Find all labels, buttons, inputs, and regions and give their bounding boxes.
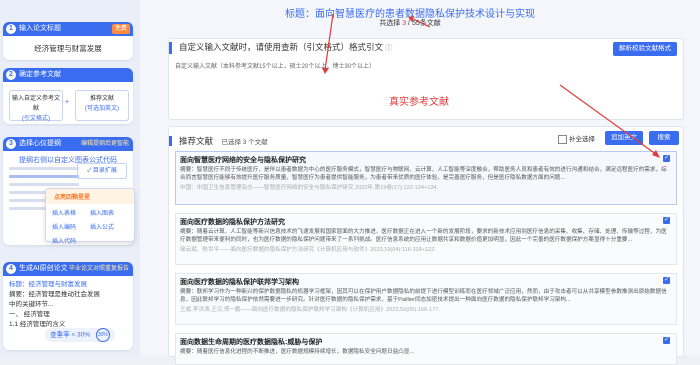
custom-ref-card: 自定义输入文献时，请使用查新（引文格式）格式引文 ⓘ 解析校验文献格式 自定义输… xyxy=(168,38,684,120)
recommended-ref-option[interactable]: 推荐文献 (可选加英文) xyxy=(75,90,129,121)
recommended-ref-option-label: 推荐文献 xyxy=(89,96,114,102)
step-2-title: 确定参考文献 xyxy=(19,71,61,78)
step-2-number: 2 xyxy=(6,70,16,80)
reference-item[interactable]: 面向医疗数据的隐私保护联邦学习架构 摘要：联邦学习作为一种新兴的保护数据隐私的机… xyxy=(175,273,677,325)
insert-code-block-item[interactable]: 插入编码 xyxy=(52,222,90,231)
step-1-header: 1 输入论文标题 免费 xyxy=(3,22,133,36)
plagiarism-rate-badge: 查重率 < 30% 30% xyxy=(45,328,115,342)
reference-title: 面向智慧医疗网络的安全与隐私保护研究 xyxy=(180,157,306,164)
preview-line: 摘要：经济管理是推动社会发展 xyxy=(9,291,100,298)
edit-outline-link[interactable]: 编辑提纲后更智能 xyxy=(81,137,129,151)
insert-menu-popup: 点亮四颗星星 插入表格 插入图表 插入编码 插入公式 插入代码 xyxy=(45,188,135,245)
step-3-header: 3 选择心仪提纲 编辑提纲后更智能 xyxy=(3,137,133,151)
checkbox-checked-icon[interactable]: ✓ xyxy=(663,277,670,284)
real-reference-annotation: 真实参考文献 xyxy=(389,97,449,108)
plus-icon: + xyxy=(65,99,70,106)
reference-title: 面向医疗数据的隐私保护方法研究 xyxy=(180,219,285,226)
step-2-header: 2 确定参考文献 xyxy=(3,68,133,82)
preview-line: 一、 经济管理 xyxy=(9,311,50,318)
step-4-number: 4 xyxy=(6,264,16,274)
step-4-header: 4 生成AI原创论文 毕业论文对照重复报告 xyxy=(3,262,133,276)
search-button[interactable]: 搜索 xyxy=(649,131,679,145)
step-1-number: 1 xyxy=(6,24,16,34)
insert-formula-item[interactable]: 插入公式 xyxy=(90,222,128,231)
reference-meta: 徐云斌、陈世平——面向医疗数据的隐私保护方法研究《计算机应用与软件》2023,1… xyxy=(180,247,436,253)
reference-title: 面向数据生命周期的医疗数据隐私:威胁与保护 xyxy=(180,339,323,346)
parse-format-button[interactable]: 解析校验文献格式 xyxy=(613,42,677,56)
plagiarism-report-link[interactable]: 毕业论文对照重复报告 xyxy=(69,262,129,276)
sidebar: 1 输入论文标题 免费 经济管理与财富发展 2 确定参考文献 输入自定义参考文献… xyxy=(0,0,141,355)
recommended-refs-card: 推荐文献 已选择 3 个文献 补全选择 追加英文 搜索 面向智慧医疗网络的安全与… xyxy=(168,126,684,365)
recommended-ref-option-sub: (可选加英文) xyxy=(85,106,119,112)
step-1-value[interactable]: 经济管理与财富发展 xyxy=(3,36,133,54)
step-4-title: 生成AI原创论文 xyxy=(19,265,68,272)
selection-count: 共选择 3 / 55条文献 xyxy=(140,18,680,28)
checkbox-checked-icon[interactable]: ✓ xyxy=(663,337,670,344)
custom-ref-option[interactable]: 输入自定义参考文献 (引文格式) xyxy=(9,90,63,122)
reference-meta: 王斌,李洪涛,王汉,郑一鹏——面向医疗数据的隐私保护联邦学习架构《计算机应用》2… xyxy=(180,307,440,313)
step-4-card[interactable]: 4 生成AI原创论文 毕业论文对照重复报告 标题：经济管理与财富发展 摘要：经济… xyxy=(3,262,133,350)
outline-expand-button[interactable]: ✓ 目录扩展 xyxy=(77,163,127,179)
step-1-card[interactable]: 1 输入论文标题 免费 经济管理与财富发展 xyxy=(3,22,133,60)
supplement-checkbox[interactable]: 补全选择 xyxy=(558,133,595,144)
popup-title: 点亮四颗星星 xyxy=(46,189,134,204)
step-3-title: 选择心仪提纲 xyxy=(19,140,61,147)
preview-line: 中的关键环节... xyxy=(9,301,54,308)
reference-item[interactable]: 面向智慧医疗网络的安全与隐私保护研究 摘要：智慧医疗不同于传统医疗，是伴以患者数… xyxy=(175,151,677,205)
plagiarism-rate-label: 查重率 < 30% xyxy=(50,331,91,339)
reference-meta xyxy=(176,356,676,358)
recommended-label: 推荐文献 xyxy=(169,136,214,146)
checkbox-checked-icon[interactable]: ✓ xyxy=(663,155,670,162)
custom-ref-option-sub: (引文格式) xyxy=(22,116,50,122)
reference-abstract: 摘要：随着云计算、人工智能等新兴信息技术的飞速发展和国家层面的大力推进，医疗数据… xyxy=(180,229,667,243)
count-prefix: 共选择 xyxy=(379,20,401,27)
insert-table-item[interactable]: 插入表格 xyxy=(52,208,90,217)
plagiarism-rate-circle: 30% xyxy=(95,328,110,342)
checkbox-checked-icon[interactable]: ✓ xyxy=(663,217,670,224)
reference-meta: 中国：中国卫生信息管理杂志——智慧医疗网络的安全与隐私保护研究 2022年,第1… xyxy=(180,185,439,191)
reference-abstract: 摘要：联邦学习作为一种新兴的保护数据隐私的机器学习框架，因其可以在保护用户数据隐… xyxy=(180,289,667,303)
step-1-title: 输入论文标题 xyxy=(19,25,61,32)
paper-preview: 标题：经济管理与财富发展 摘要：经济管理是推动社会发展 中的关键环节... 一、… xyxy=(3,276,133,334)
custom-ref-label: 自定义输入文献时，请使用查新（引文格式）格式引文 ⓘ xyxy=(169,42,392,54)
free-badge: 免费 xyxy=(111,24,130,34)
info-icon[interactable]: ⓘ xyxy=(385,45,392,52)
reference-item[interactable]: 面向数据生命周期的医疗数据隐私:威胁与保护 摘要：随着医疗信息化进程的不断推进，… xyxy=(175,333,677,365)
supplement-label: 补全选择 xyxy=(569,136,595,143)
count-total: 55 xyxy=(411,20,420,27)
insert-chart-item[interactable]: 插入图表 xyxy=(90,208,128,217)
preview-line: 标题：经济管理与财富发展 xyxy=(9,281,87,288)
step-3-number: 3 xyxy=(6,139,16,149)
custom-ref-option-label: 输入自定义参考文献 xyxy=(11,96,60,112)
reference-title: 面向医疗数据的隐私保护联邦学习架构 xyxy=(180,279,299,286)
recommended-count: 已选择 3 个文献 xyxy=(221,139,268,146)
custom-ref-label-text: 自定义输入文献时，请使用查新（引文格式）格式引文 xyxy=(179,42,384,52)
checkbox-icon[interactable] xyxy=(558,134,567,144)
reference-item[interactable]: 面向医疗数据的隐私保护方法研究 摘要：随着云计算、人工智能等新兴信息技术的飞速发… xyxy=(175,213,677,265)
recommended-header: 推荐文献 已选择 3 个文献 补全选择 追加英文 搜索 xyxy=(169,131,683,146)
count-suffix: 条文献 xyxy=(419,20,441,27)
insert-code-item[interactable]: 插入代码 xyxy=(52,236,90,245)
reference-abstract: 摘要：智慧医疗不同于传统医疗，是伴以患者数据为中心的医疗服务模式，智慧医疗与物联… xyxy=(180,167,667,181)
step-2-card[interactable]: 2 确定参考文献 输入自定义参考文献 (引文格式) + 推荐文献 (可选加英文) xyxy=(3,68,133,124)
main-panel: 标题：面向智慧医疗的患者数据隐私保护技术设计与实现 共选择 3 / 55条文献 … xyxy=(140,0,700,365)
add-english-button[interactable]: 追加英文 xyxy=(605,131,643,145)
